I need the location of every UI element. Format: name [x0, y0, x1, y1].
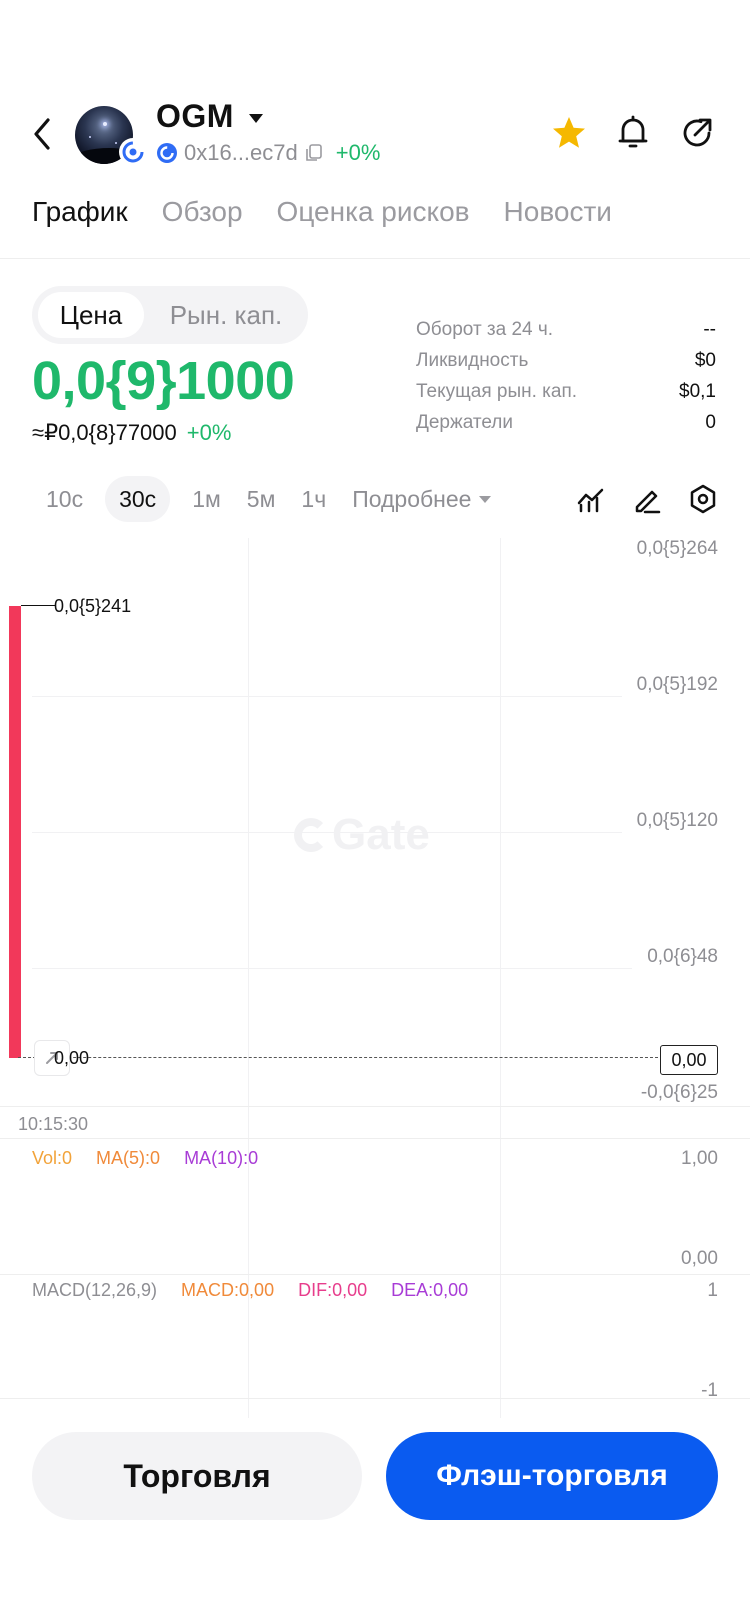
divider: [0, 1138, 750, 1139]
macd-label: MACD(12,26,9): [32, 1280, 158, 1300]
pen-icon: [635, 490, 661, 514]
candle: [9, 606, 21, 1058]
watermark-text: Gate: [332, 810, 430, 859]
divider: [0, 1398, 750, 1399]
current-price: 0,0{9}1000: [32, 351, 295, 411]
macd-axis-top: 1: [707, 1280, 718, 1301]
stat-row: Оборот за 24 ч. --: [416, 314, 716, 345]
stats-panel: Оборот за 24 ч. -- Ликвидность $0 Текуща…: [416, 314, 716, 438]
stat-label: Держатели: [416, 411, 513, 433]
watermark: Gate: [294, 810, 430, 860]
y-axis-label: 0,0{5}120: [636, 810, 718, 831]
high-label: 0,0{5}241: [54, 596, 132, 616]
stat-row: Ликвидность $0: [416, 345, 716, 376]
bell-icon: [618, 115, 648, 148]
contract-address: 0x16...ec7d: [184, 140, 298, 165]
header: OGM 0x16...ec7d +0%: [0, 96, 750, 176]
indicator-button[interactable]: [574, 482, 608, 516]
settings-hex-icon: [690, 484, 716, 514]
fiat-price: ≈₽0,0{8}77000: [32, 420, 177, 445]
volume-axis-top: 1,00: [681, 1148, 718, 1169]
divider: [0, 258, 750, 259]
current-price-tag: 0,00: [660, 1045, 718, 1075]
interval-30s[interactable]: 30с: [105, 476, 171, 522]
share-button[interactable]: [678, 114, 716, 152]
tab-news[interactable]: Новости: [504, 196, 612, 228]
stat-value: $0: [694, 349, 716, 371]
settings-button[interactable]: [686, 482, 720, 516]
address-row: 0x16...ec7d +0%: [156, 140, 380, 166]
toggle-price[interactable]: Цена: [38, 292, 144, 338]
stat-row: Текущая рын. кап. $0,1: [416, 376, 716, 407]
favorite-button[interactable]: [550, 114, 588, 152]
token-title[interactable]: OGM: [156, 98, 234, 135]
grid-line: [500, 538, 501, 1418]
gate-logo-icon: [294, 818, 328, 852]
caret-down-icon: [479, 495, 492, 503]
volume-legend: Vol:0 MA(5):0 MA(10):0: [32, 1148, 258, 1169]
stat-label: Оборот за 24 ч.: [416, 318, 554, 340]
header-actions: [550, 114, 716, 152]
share-icon: [683, 118, 712, 147]
interval-1h[interactable]: 1ч: [297, 476, 330, 522]
copy-icon[interactable]: [304, 143, 324, 163]
stat-value: $0,1: [679, 380, 716, 402]
stat-label: Текущая рын. кап.: [416, 380, 578, 402]
y-axis-label: -0,0{6}25: [640, 1082, 718, 1103]
caret-down-icon[interactable]: [249, 114, 263, 123]
star-icon: [553, 117, 585, 148]
vol-value: Vol:0: [32, 1148, 73, 1168]
grid-line: [32, 696, 622, 697]
stat-label: Ликвидность: [416, 349, 529, 371]
divider: [0, 1274, 750, 1275]
divider: [0, 1106, 750, 1107]
ma10-value: MA(10):0: [184, 1148, 259, 1168]
interval-10s[interactable]: 10с: [32, 476, 87, 522]
flash-trade-button[interactable]: Флэш-торговля: [386, 1432, 718, 1520]
header-change: +0%: [335, 140, 381, 165]
ma5-value: MA(5):0: [96, 1148, 161, 1168]
low-label: 0,00: [54, 1048, 90, 1068]
fiat-price-row: ≈₽0,0{8}77000 +0%: [32, 420, 231, 446]
alert-button[interactable]: [614, 114, 652, 152]
current-price-line: [18, 1057, 658, 1058]
stat-value: 0: [705, 411, 716, 433]
high-marker-line: [21, 605, 55, 606]
interval-more-label: Подробнее: [352, 485, 472, 512]
interval-1m[interactable]: 1м: [188, 476, 225, 522]
main-tabs: График Обзор Оценка рисков Новости: [32, 196, 612, 228]
stat-row: Держатели 0: [416, 407, 716, 438]
indicator-icon: [577, 488, 604, 513]
time-axis-label: 10:15:30: [18, 1114, 89, 1134]
back-button[interactable]: [28, 114, 58, 154]
dea-value: DEA:0,00: [391, 1280, 469, 1300]
stat-value: --: [703, 318, 716, 340]
macd-legend: MACD(12,26,9) MACD:0,00 DIF:0,00 DEA:0,0…: [32, 1280, 468, 1301]
tab-risk[interactable]: Оценка рисков: [277, 196, 470, 228]
interval-5m[interactable]: 5м: [243, 476, 280, 522]
y-axis-label: 0,0{5}264: [636, 538, 718, 559]
chart-tools: [574, 482, 720, 516]
price-change: +0%: [186, 420, 232, 445]
draw-button[interactable]: [630, 482, 664, 516]
y-axis-label: 0,0{6}48: [647, 946, 718, 967]
toggle-market-cap[interactable]: Рын. кап.: [150, 292, 302, 338]
price-chart[interactable]: Gate 0,0{5}264 0,0{5}192 0,0{5}120 0,0{6…: [0, 538, 750, 1418]
tab-chart[interactable]: График: [32, 196, 128, 228]
chevron-left-icon: [34, 118, 50, 150]
y-axis-label: 0,0{5}192: [636, 674, 718, 695]
chain-badge-icon: [119, 138, 147, 166]
dif-value: DIF:0,00: [298, 1280, 368, 1300]
chain-icon: [157, 143, 177, 163]
macd-value: MACD:0,00: [181, 1280, 275, 1300]
grid-line: [32, 968, 632, 969]
trade-button[interactable]: Торговля: [32, 1432, 362, 1520]
interval-bar: 10с 30с 1м 5м 1ч Подробнее: [32, 476, 495, 522]
volume-axis-bottom: 0,00: [681, 1248, 718, 1269]
tab-overview[interactable]: Обзор: [162, 196, 243, 228]
price-mode-toggle: Цена Рын. кап.: [32, 286, 308, 344]
interval-more-dropdown[interactable]: Подробнее: [348, 476, 495, 522]
